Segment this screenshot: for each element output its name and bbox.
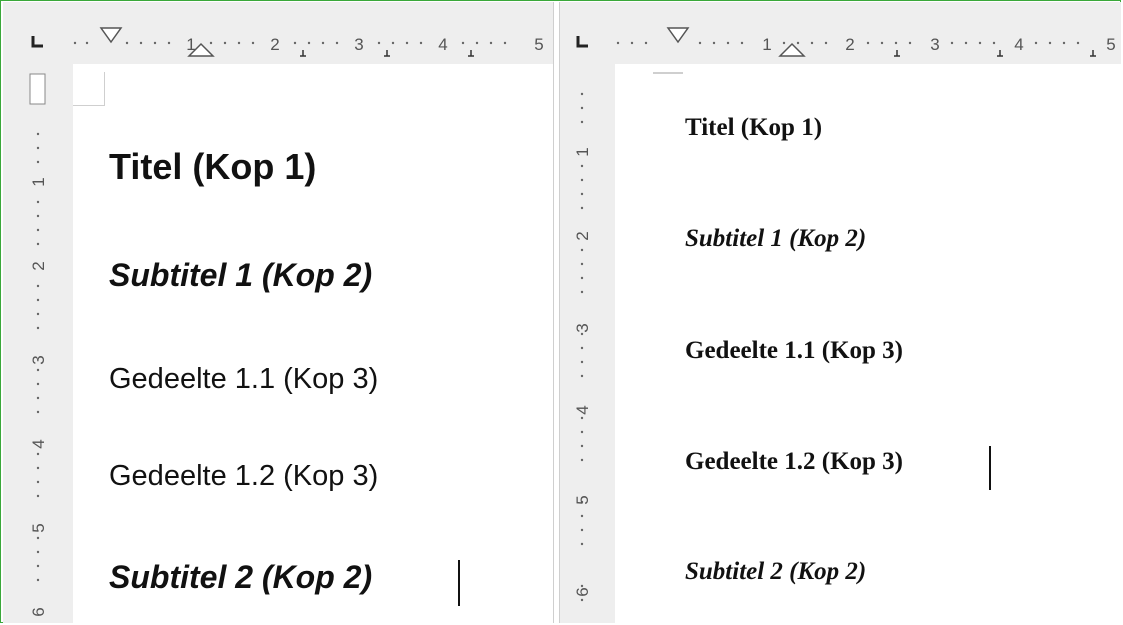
vruler-number: 2	[573, 231, 592, 240]
right-document-pane: 1 2 3 4 5 Titel (Kop 1) Subtitel 1 (Kop …	[560, 2, 1121, 623]
ruler-number: 3	[354, 35, 363, 54]
document-page[interactable]: Titel (Kop 1) Subtitel 1 (Kop 2) Gedeelt…	[73, 64, 553, 623]
ruler-number: 5	[1106, 35, 1115, 54]
horizontal-ruler[interactable]: 1 2 3 4 5	[3, 12, 553, 64]
left-document-pane: 1 2 3 4 5 Titel (Kop 1) Subtitel 1 (Kop …	[3, 2, 553, 623]
vertical-ruler[interactable]: 1 2 3 4 5 6	[560, 64, 615, 623]
ruler-number: 1	[762, 35, 771, 54]
horizontal-ruler[interactable]: 1 2 3 4 5	[560, 12, 1121, 64]
heading-kop3[interactable]: Gedeelte 1.1 (Kop 3)	[109, 363, 378, 396]
tab-stop-markers[interactable]	[894, 50, 1096, 57]
vruler-number: 1	[29, 177, 48, 186]
text-cursor	[458, 560, 460, 606]
heading-kop1[interactable]: Titel (Kop 1)	[109, 146, 316, 188]
page-corner-mark	[653, 64, 683, 74]
ruler-number: 2	[845, 35, 854, 54]
page-corner-mark	[73, 72, 105, 106]
hanging-indent-icon[interactable]	[778, 42, 806, 57]
heading-kop2[interactable]: Subtitel 1 (Kop 2)	[685, 225, 866, 253]
ruler-number: 5	[534, 35, 543, 54]
heading-kop2[interactable]: Subtitel 1 (Kop 2)	[109, 257, 372, 294]
heading-kop1[interactable]: Titel (Kop 1)	[685, 114, 822, 142]
vertical-ruler[interactable]: 1 2 3 4 5 6	[3, 64, 73, 623]
pane-divider	[553, 2, 560, 623]
tab-selector-icon[interactable]	[31, 36, 43, 48]
tab-selector-icon[interactable]	[576, 36, 588, 48]
first-line-indent-icon[interactable]	[666, 27, 690, 44]
heading-kop3[interactable]: Gedeelte 1.2 (Kop 3)	[685, 448, 903, 476]
heading-kop2[interactable]: Subtitel 2 (Kop 2)	[685, 558, 866, 586]
vruler-number: 3	[29, 355, 48, 364]
vruler-number: 3	[573, 323, 592, 332]
text-cursor	[989, 446, 991, 490]
ruler-number: 2	[270, 35, 279, 54]
vertical-ruler-margin-handle[interactable]	[29, 73, 46, 105]
vruler-number: 6	[29, 607, 48, 616]
ruler-number: 4	[1014, 35, 1023, 54]
vruler-number: 2	[29, 261, 48, 270]
vruler-number: 5	[573, 495, 592, 504]
vruler-number: 4	[29, 439, 48, 448]
document-page[interactable]: Titel (Kop 1) Subtitel 1 (Kop 2) Gedeelt…	[615, 64, 1121, 623]
vruler-number: 6	[573, 587, 592, 596]
heading-kop3[interactable]: Gedeelte 1.2 (Kop 3)	[109, 460, 378, 493]
ruler-number: 3	[930, 35, 939, 54]
heading-kop2[interactable]: Subtitel 2 (Kop 2)	[109, 559, 372, 596]
ruler-number: 4	[438, 35, 447, 54]
heading-kop3[interactable]: Gedeelte 1.1 (Kop 3)	[685, 337, 903, 365]
vruler-number: 4	[573, 405, 592, 414]
vruler-number: 5	[29, 523, 48, 532]
vruler-number: 1	[573, 147, 592, 156]
